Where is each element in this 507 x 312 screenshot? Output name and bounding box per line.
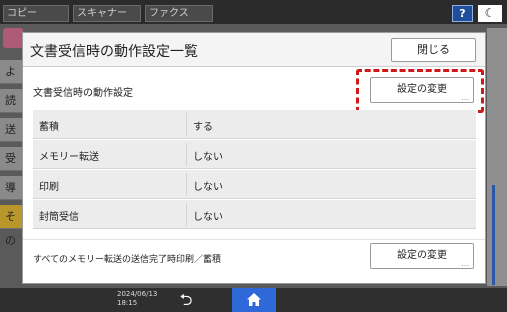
change-settings-button-bottom[interactable]: 設定の変更 ... bbox=[370, 243, 474, 269]
table-row: 印刷 しない bbox=[33, 170, 476, 199]
row-value: しない bbox=[193, 152, 223, 163]
table-row: 蓄積 する bbox=[33, 110, 476, 139]
tab-fax[interactable]: ファクス bbox=[145, 5, 213, 22]
settings-table: 蓄積 する メモリー転送 しない 印刷 しない 封筒受信 しない bbox=[33, 110, 476, 229]
row-divider bbox=[186, 143, 187, 166]
date-time: 2024/06/13 18:15 bbox=[117, 290, 157, 308]
row-value: しない bbox=[193, 212, 223, 223]
sidebar-item[interactable]: よく bbox=[0, 60, 22, 102]
app-logo-icon bbox=[3, 28, 23, 48]
row-value: しない bbox=[193, 182, 223, 193]
change-settings-button[interactable]: 設定の変更 ... bbox=[370, 77, 474, 103]
background-panel bbox=[487, 28, 507, 286]
table-row: メモリー転送 しない bbox=[33, 140, 476, 169]
row-key: 印刷 bbox=[39, 182, 59, 193]
time-text: 18:15 bbox=[117, 299, 138, 307]
row-value: する bbox=[193, 122, 213, 133]
bottom-setting-label: すべてのメモリー転送の送信完了時印刷／蓄積 bbox=[33, 255, 222, 265]
row-key: メモリー転送 bbox=[39, 152, 99, 163]
scroll-indicator bbox=[492, 185, 495, 285]
home-icon bbox=[247, 293, 261, 306]
help-button[interactable]: ? bbox=[452, 5, 473, 22]
row-divider bbox=[186, 173, 187, 196]
question-icon: ? bbox=[459, 7, 466, 20]
settings-dialog: 文書受信時の動作設定一覧 閉じる 文書受信時の動作設定 設定の変更 ... 蓄積… bbox=[22, 32, 486, 284]
row-key: 封筒受信 bbox=[39, 212, 79, 223]
close-button[interactable]: 閉じる bbox=[391, 38, 476, 62]
back-arrow-icon: ⮌ bbox=[179, 290, 193, 309]
change-settings-label: 設定の変更 bbox=[397, 84, 447, 95]
theme-toggle-button[interactable]: ☾ bbox=[478, 5, 502, 22]
dialog-title: 文書受信時の動作設定一覧 bbox=[30, 44, 198, 60]
sidebar-item[interactable]: 送信 bbox=[0, 118, 22, 160]
more-dots: ... bbox=[461, 259, 469, 268]
row-key: 蓄積 bbox=[39, 122, 59, 133]
sidebar-item[interactable]: 受信 bbox=[0, 147, 22, 189]
more-dots: ... bbox=[461, 93, 469, 102]
date-text: 2024/06/13 bbox=[117, 290, 158, 298]
section-label: 文書受信時の動作設定 bbox=[33, 88, 133, 99]
tab-scanner[interactable]: スキャナー bbox=[73, 5, 141, 22]
table-row: 封筒受信 しない bbox=[33, 200, 476, 229]
sidebar-item[interactable]: その bbox=[0, 205, 22, 247]
back-button[interactable]: ⮌ bbox=[176, 290, 196, 310]
sidebar-item[interactable]: 導入 bbox=[0, 176, 22, 218]
row-divider bbox=[186, 203, 187, 226]
change-settings-label: 設定の変更 bbox=[397, 250, 447, 261]
moon-icon: ☾ bbox=[484, 6, 496, 20]
home-button[interactable] bbox=[232, 288, 276, 312]
row-divider bbox=[186, 113, 187, 136]
divider bbox=[23, 239, 485, 240]
tab-copy[interactable]: コピー bbox=[3, 5, 69, 22]
sidebar-item[interactable]: 読み bbox=[0, 89, 22, 131]
dialog-header: 文書受信時の動作設定一覧 閉じる bbox=[23, 33, 485, 67]
